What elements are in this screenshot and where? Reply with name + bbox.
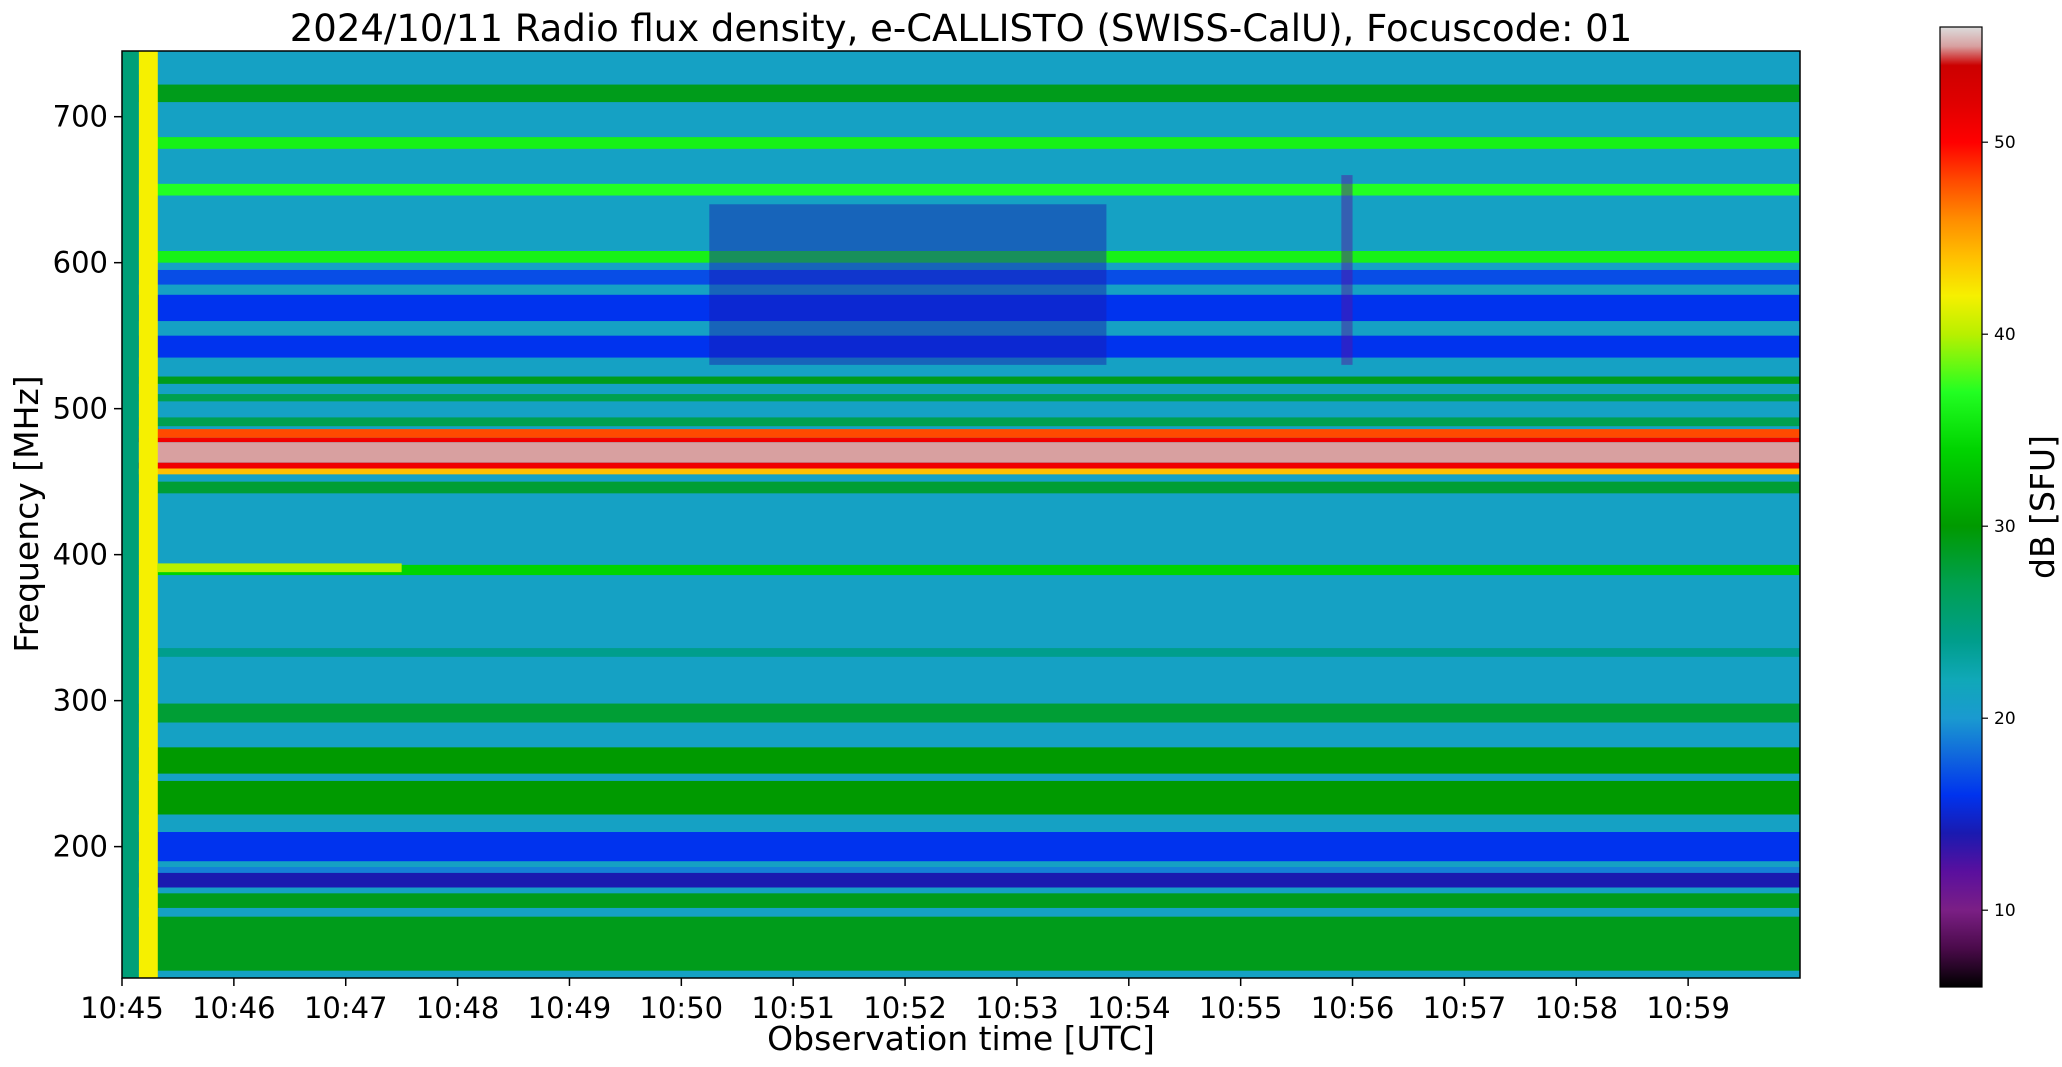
emission-band bbox=[122, 867, 1800, 873]
colorbar-tick-label: 30 bbox=[1994, 517, 2016, 537]
y-axis: 200 300 400 500 600 700 bbox=[53, 100, 122, 864]
emission-band bbox=[122, 468, 1800, 475]
x-tick-label: 10:49 bbox=[528, 991, 612, 1025]
emission-band bbox=[122, 872, 1800, 888]
emission-band bbox=[122, 429, 1800, 438]
y-tick-label: 400 bbox=[53, 538, 108, 572]
colorbar-tick-label: 10 bbox=[1994, 901, 2016, 921]
colorbar-tick-label: 20 bbox=[1994, 709, 2016, 729]
x-axis: 10:45 10:46 10:47 10:48 10:49 10:50 10:51 10:52… bbox=[80, 978, 1730, 1025]
burst-activity bbox=[1341, 175, 1353, 365]
y-tick-label: 300 bbox=[53, 684, 108, 718]
x-tick-label: 10:50 bbox=[640, 991, 724, 1025]
emission-band bbox=[122, 916, 1800, 971]
x-tick-label: 10:58 bbox=[1534, 991, 1618, 1025]
chart-title: 2024/10/11 Radio flux density, e-CALLIST… bbox=[290, 7, 1633, 50]
emission-band bbox=[122, 84, 1800, 103]
emission-band bbox=[122, 747, 1800, 774]
burst-activity bbox=[709, 204, 1107, 365]
emission-band bbox=[122, 137, 1800, 149]
x-tick-label: 10:59 bbox=[1646, 991, 1730, 1025]
colorbar-tick-label: 50 bbox=[1994, 133, 2016, 153]
emission-band bbox=[122, 703, 1800, 723]
y-tick-label: 700 bbox=[53, 100, 108, 134]
emission-band bbox=[122, 648, 1800, 657]
x-tick-label: 10:47 bbox=[304, 991, 388, 1025]
colorbar-label: dB [SFU] bbox=[2023, 435, 2062, 579]
calibration-column bbox=[122, 51, 139, 978]
x-axis-label: Observation time [UTC] bbox=[767, 1019, 1155, 1058]
emission-band bbox=[122, 417, 1800, 427]
emission-band bbox=[122, 437, 1800, 443]
x-tick-label: 10:56 bbox=[1311, 991, 1395, 1025]
y-tick-label: 600 bbox=[53, 246, 108, 280]
x-tick-label: 10:45 bbox=[80, 991, 164, 1025]
x-tick-label: 10:48 bbox=[416, 991, 500, 1025]
spectrogram-figure: 2024/10/11 Radio flux density, e-CALLIST… bbox=[7, 7, 2062, 1058]
emission-band bbox=[122, 376, 1800, 384]
emission-band bbox=[122, 832, 1800, 862]
x-tick-label: 10:57 bbox=[1423, 991, 1507, 1025]
spectrogram-plot bbox=[122, 51, 1800, 978]
emission-band bbox=[122, 481, 1800, 494]
emission-band bbox=[122, 462, 1800, 469]
y-tick-label: 500 bbox=[53, 392, 108, 426]
signal-segment bbox=[157, 563, 402, 573]
emission-band bbox=[122, 394, 1800, 402]
y-axis-label: Frequency [MHz] bbox=[7, 375, 46, 652]
x-tick-label: 10:46 bbox=[192, 991, 276, 1025]
colorbar-ticks: 10 20 30 40 50 bbox=[1982, 133, 2016, 921]
emission-band bbox=[122, 442, 1800, 463]
calibration-column bbox=[138, 51, 158, 978]
colorbar-tick-label: 40 bbox=[1994, 325, 2016, 345]
colorbar-gradient bbox=[1939, 26, 1983, 988]
emission-band bbox=[122, 183, 1800, 196]
emission-band bbox=[122, 893, 1800, 908]
x-tick-label: 10:55 bbox=[1199, 991, 1283, 1025]
y-tick-label: 200 bbox=[53, 830, 108, 864]
colorbar: 10 20 30 40 50 dB [SFU] bbox=[1939, 26, 2062, 988]
emission-band bbox=[122, 780, 1800, 815]
